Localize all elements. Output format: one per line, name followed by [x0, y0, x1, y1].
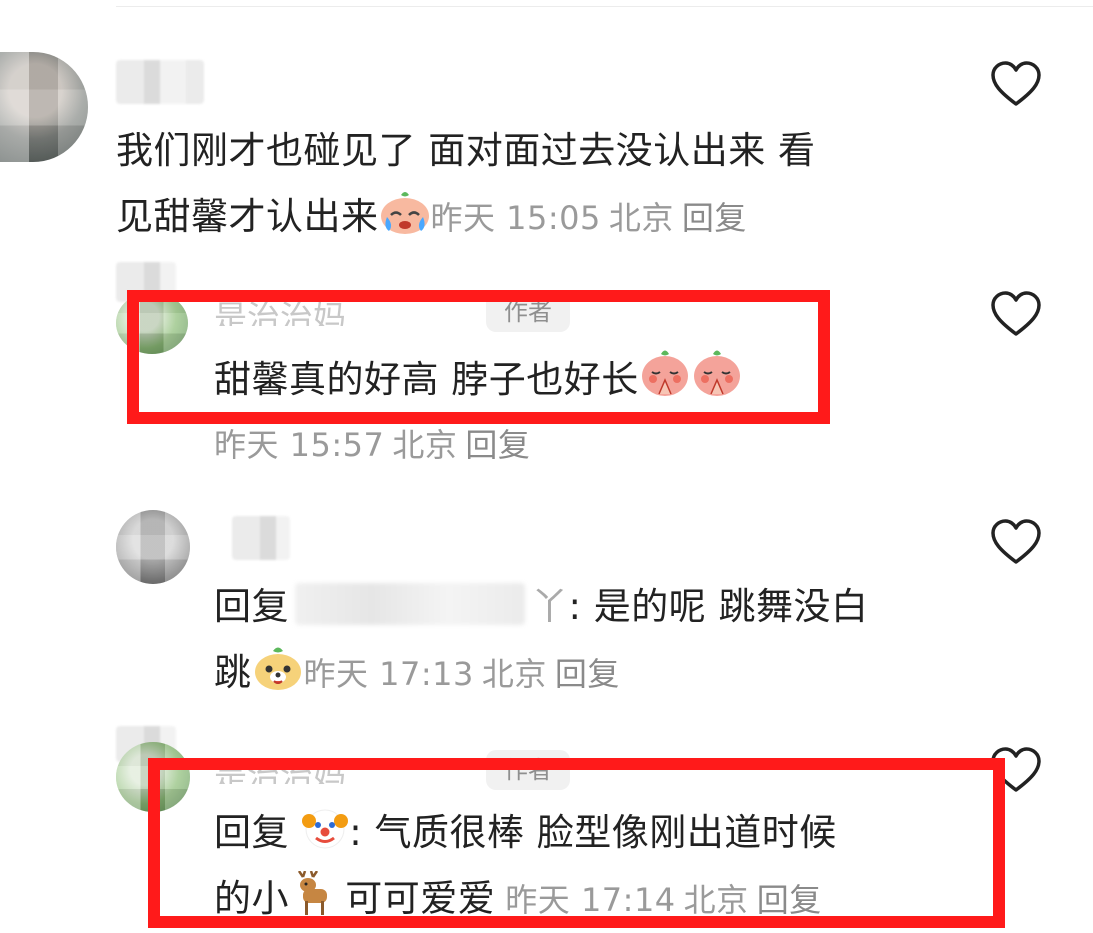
crying-emoji-icon [380, 192, 429, 234]
comment-text: 我们刚才也碰见了 面对面过去没认出来 看 见甜馨才认出来 昨天 15:05 北京 回复 [116, 129, 816, 238]
reply-prefix: 回复 [214, 585, 289, 628]
username-blurred[interactable] [116, 60, 204, 104]
reply-link[interactable]: 回复 [682, 199, 747, 237]
username-blurred[interactable] [232, 516, 290, 560]
dog-emoji-icon [254, 647, 301, 690]
top-divider [116, 6, 1093, 7]
highlight-box [148, 758, 1005, 928]
highlight-box [127, 290, 830, 424]
avatar[interactable] [116, 510, 190, 584]
comment-text: 回复 丫: 是的呢 跳舞没白 跳昨天 17:13 北京 回复 [214, 583, 869, 694]
like-heart-icon[interactable] [990, 518, 1042, 566]
reply-link[interactable]: 回复 [555, 655, 620, 693]
like-heart-icon[interactable] [990, 290, 1042, 338]
avatar[interactable] [0, 52, 88, 162]
like-heart-icon[interactable] [990, 60, 1042, 108]
reply-link[interactable]: 回复 [465, 426, 530, 464]
reply-target-blurred[interactable] [295, 583, 525, 625]
